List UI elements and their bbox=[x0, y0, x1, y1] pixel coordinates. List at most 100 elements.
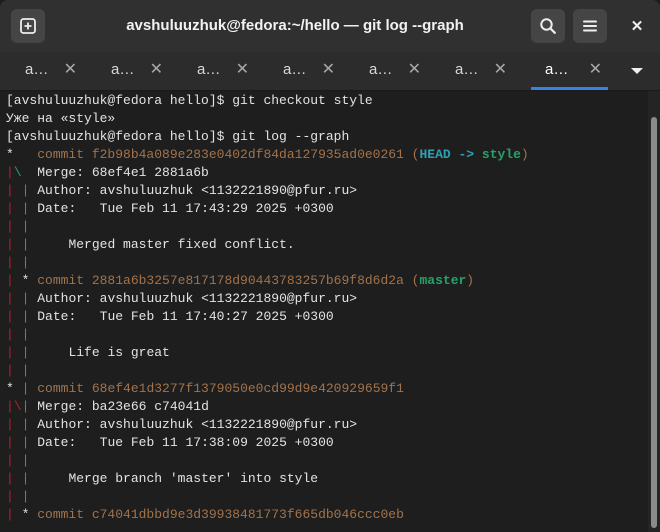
graph-segment: | bbox=[6, 273, 14, 288]
graph-segment: | bbox=[6, 471, 14, 486]
text-segment: Уже на «style» bbox=[6, 111, 116, 126]
search-button[interactable] bbox=[531, 9, 565, 43]
tab-close-icon[interactable]: ✕ bbox=[589, 52, 602, 88]
text-segment: Date: Tue Feb 11 17:40:27 2025 +0300 bbox=[29, 309, 334, 324]
main-menu-button[interactable] bbox=[573, 9, 607, 43]
graph-segment: | bbox=[6, 435, 14, 450]
graph-segment: | bbox=[6, 345, 14, 360]
text-segment bbox=[14, 255, 22, 270]
active-tab-indicator bbox=[531, 87, 608, 90]
tab-7[interactable]: a… ✕ bbox=[531, 52, 608, 90]
text-segment bbox=[14, 219, 22, 234]
tab-close-icon[interactable]: ✕ bbox=[236, 52, 249, 88]
hamburger-menu-icon bbox=[583, 20, 597, 32]
terminal-window: avshuluuzhuk@fedora:~/hello — git log --… bbox=[0, 0, 660, 532]
tab-4[interactable]: a… ✕ bbox=[269, 52, 341, 90]
chevron-down-icon bbox=[631, 68, 643, 74]
terminal-line: | | Life is great bbox=[6, 344, 529, 362]
graph-segment: | bbox=[6, 201, 14, 216]
text-segment bbox=[14, 183, 22, 198]
text-segment bbox=[14, 435, 22, 450]
tab-close-icon[interactable]: ✕ bbox=[150, 52, 163, 88]
text-segment: * bbox=[13, 507, 38, 522]
plus-square-icon bbox=[20, 18, 36, 34]
text-segment bbox=[14, 417, 22, 432]
graph-segment: | bbox=[6, 507, 14, 522]
tab-close-icon[interactable]: ✕ bbox=[494, 52, 507, 88]
terminal-line: | | bbox=[6, 326, 529, 344]
graph-segment: \ bbox=[13, 399, 22, 414]
terminal-line: [avshuluuzhuk@fedora hello]$ git log --g… bbox=[6, 128, 529, 146]
text-segment bbox=[14, 201, 22, 216]
terminal-line: | | Date: Tue Feb 11 17:38:09 2025 +0300 bbox=[6, 434, 529, 452]
tab-label: a… bbox=[369, 61, 393, 78]
tab-label: a… bbox=[197, 61, 221, 78]
terminal-line: | | bbox=[6, 452, 529, 470]
text-segment: [avshuluuzhuk@fedora hello]$ git checkou… bbox=[6, 93, 373, 108]
text-segment: Author: avshuluuzhuk <1132221890@pfur.ru… bbox=[29, 183, 358, 198]
text-segment bbox=[14, 327, 22, 342]
graph-segment: style bbox=[481, 147, 521, 162]
text-segment: * bbox=[6, 381, 22, 396]
scrollbar-thumb[interactable] bbox=[651, 117, 657, 528]
tab-label: a… bbox=[25, 61, 49, 78]
graph-segment: | bbox=[21, 327, 30, 342]
terminal-line: | * commit 2881a6b3257e817178d9044378325… bbox=[6, 272, 529, 290]
terminal-line: | | Merge branch 'master' into style bbox=[6, 470, 529, 488]
tab-3[interactable]: a… ✕ bbox=[183, 52, 255, 90]
tab-label: a… bbox=[283, 61, 307, 78]
tab-close-icon[interactable]: ✕ bbox=[322, 52, 335, 88]
terminal-line: |\ Merge: 68ef4e1 2881a6b bbox=[6, 164, 529, 182]
terminal-line: | | bbox=[6, 362, 529, 380]
text-segment: [avshuluuzhuk@fedora hello]$ git log --g… bbox=[6, 129, 350, 144]
terminal-line: Уже на «style» bbox=[6, 110, 529, 128]
terminal-line: | | Merged master fixed conflict. bbox=[6, 236, 529, 254]
search-icon bbox=[540, 18, 556, 34]
graph-segment: ) bbox=[520, 147, 529, 162]
close-window-button[interactable]: ✕ bbox=[620, 9, 654, 43]
terminal-line: | * commit c74041dbbd9e3d39938481773f665… bbox=[6, 506, 529, 524]
graph-segment: ) bbox=[466, 273, 475, 288]
graph-segment: | bbox=[6, 417, 14, 432]
text-segment bbox=[14, 309, 22, 324]
graph-segment: commit f2b98b4a089e283e0402df84da127935a… bbox=[37, 147, 420, 162]
tab-5[interactable]: a… ✕ bbox=[355, 52, 427, 90]
graph-segment: HEAD -> bbox=[419, 147, 482, 162]
text-segment bbox=[14, 345, 22, 360]
tab-2[interactable]: a… ✕ bbox=[97, 52, 169, 90]
close-icon: ✕ bbox=[630, 18, 644, 35]
terminal-output[interactable]: [avshuluuzhuk@fedora hello]$ git checkou… bbox=[0, 91, 648, 532]
tab-label: a… bbox=[545, 61, 569, 78]
graph-segment: | bbox=[6, 165, 14, 180]
scrollbar[interactable] bbox=[648, 91, 660, 532]
header-bar: avshuluuzhuk@fedora:~/hello — git log --… bbox=[0, 0, 660, 52]
text-segment bbox=[14, 363, 22, 378]
window-title: avshuluuzhuk@fedora:~/hello — git log --… bbox=[126, 17, 464, 34]
terminal-line: | | Author: avshuluuzhuk <1132221890@pfu… bbox=[6, 416, 529, 434]
text-segment: Merge: 68ef4e1 2881a6b bbox=[21, 165, 209, 180]
text-segment: * bbox=[13, 273, 38, 288]
tab-label: a… bbox=[111, 61, 135, 78]
text-segment: Life is great bbox=[29, 345, 170, 360]
graph-segment: commit 68ef4e1d3277f1379050e0cd99d9e4209… bbox=[37, 381, 404, 396]
text-segment bbox=[14, 291, 22, 306]
graph-segment: | bbox=[6, 309, 14, 324]
tab-1[interactable]: a… ✕ bbox=[11, 52, 83, 90]
graph-segment: | bbox=[6, 291, 14, 306]
tab-6[interactable]: a… ✕ bbox=[441, 52, 513, 90]
tab-bar: a… ✕ a… ✕ a… ✕ a… ✕ a… ✕ a… ✕ a… ✕ bbox=[0, 52, 660, 91]
text-segment: Merge: ba23e66 c74041d bbox=[29, 399, 209, 414]
text-segment bbox=[14, 471, 22, 486]
tab-close-icon[interactable]: ✕ bbox=[408, 52, 421, 88]
terminal-line: |\| Merge: ba23e66 c74041d bbox=[6, 398, 529, 416]
tab-list-button[interactable] bbox=[614, 52, 660, 90]
terminal-line: [avshuluuzhuk@fedora hello]$ git checkou… bbox=[6, 92, 529, 110]
text-segment: * bbox=[6, 147, 38, 162]
graph-segment: | bbox=[21, 453, 30, 468]
text-segment: Merged master fixed conflict. bbox=[29, 237, 295, 252]
new-tab-button[interactable] bbox=[11, 9, 45, 43]
text-segment: Date: Tue Feb 11 17:38:09 2025 +0300 bbox=[29, 435, 334, 450]
graph-segment: | bbox=[21, 489, 30, 504]
terminal-line: | | Date: Tue Feb 11 17:43:29 2025 +0300 bbox=[6, 200, 529, 218]
tab-close-icon[interactable]: ✕ bbox=[64, 52, 77, 88]
